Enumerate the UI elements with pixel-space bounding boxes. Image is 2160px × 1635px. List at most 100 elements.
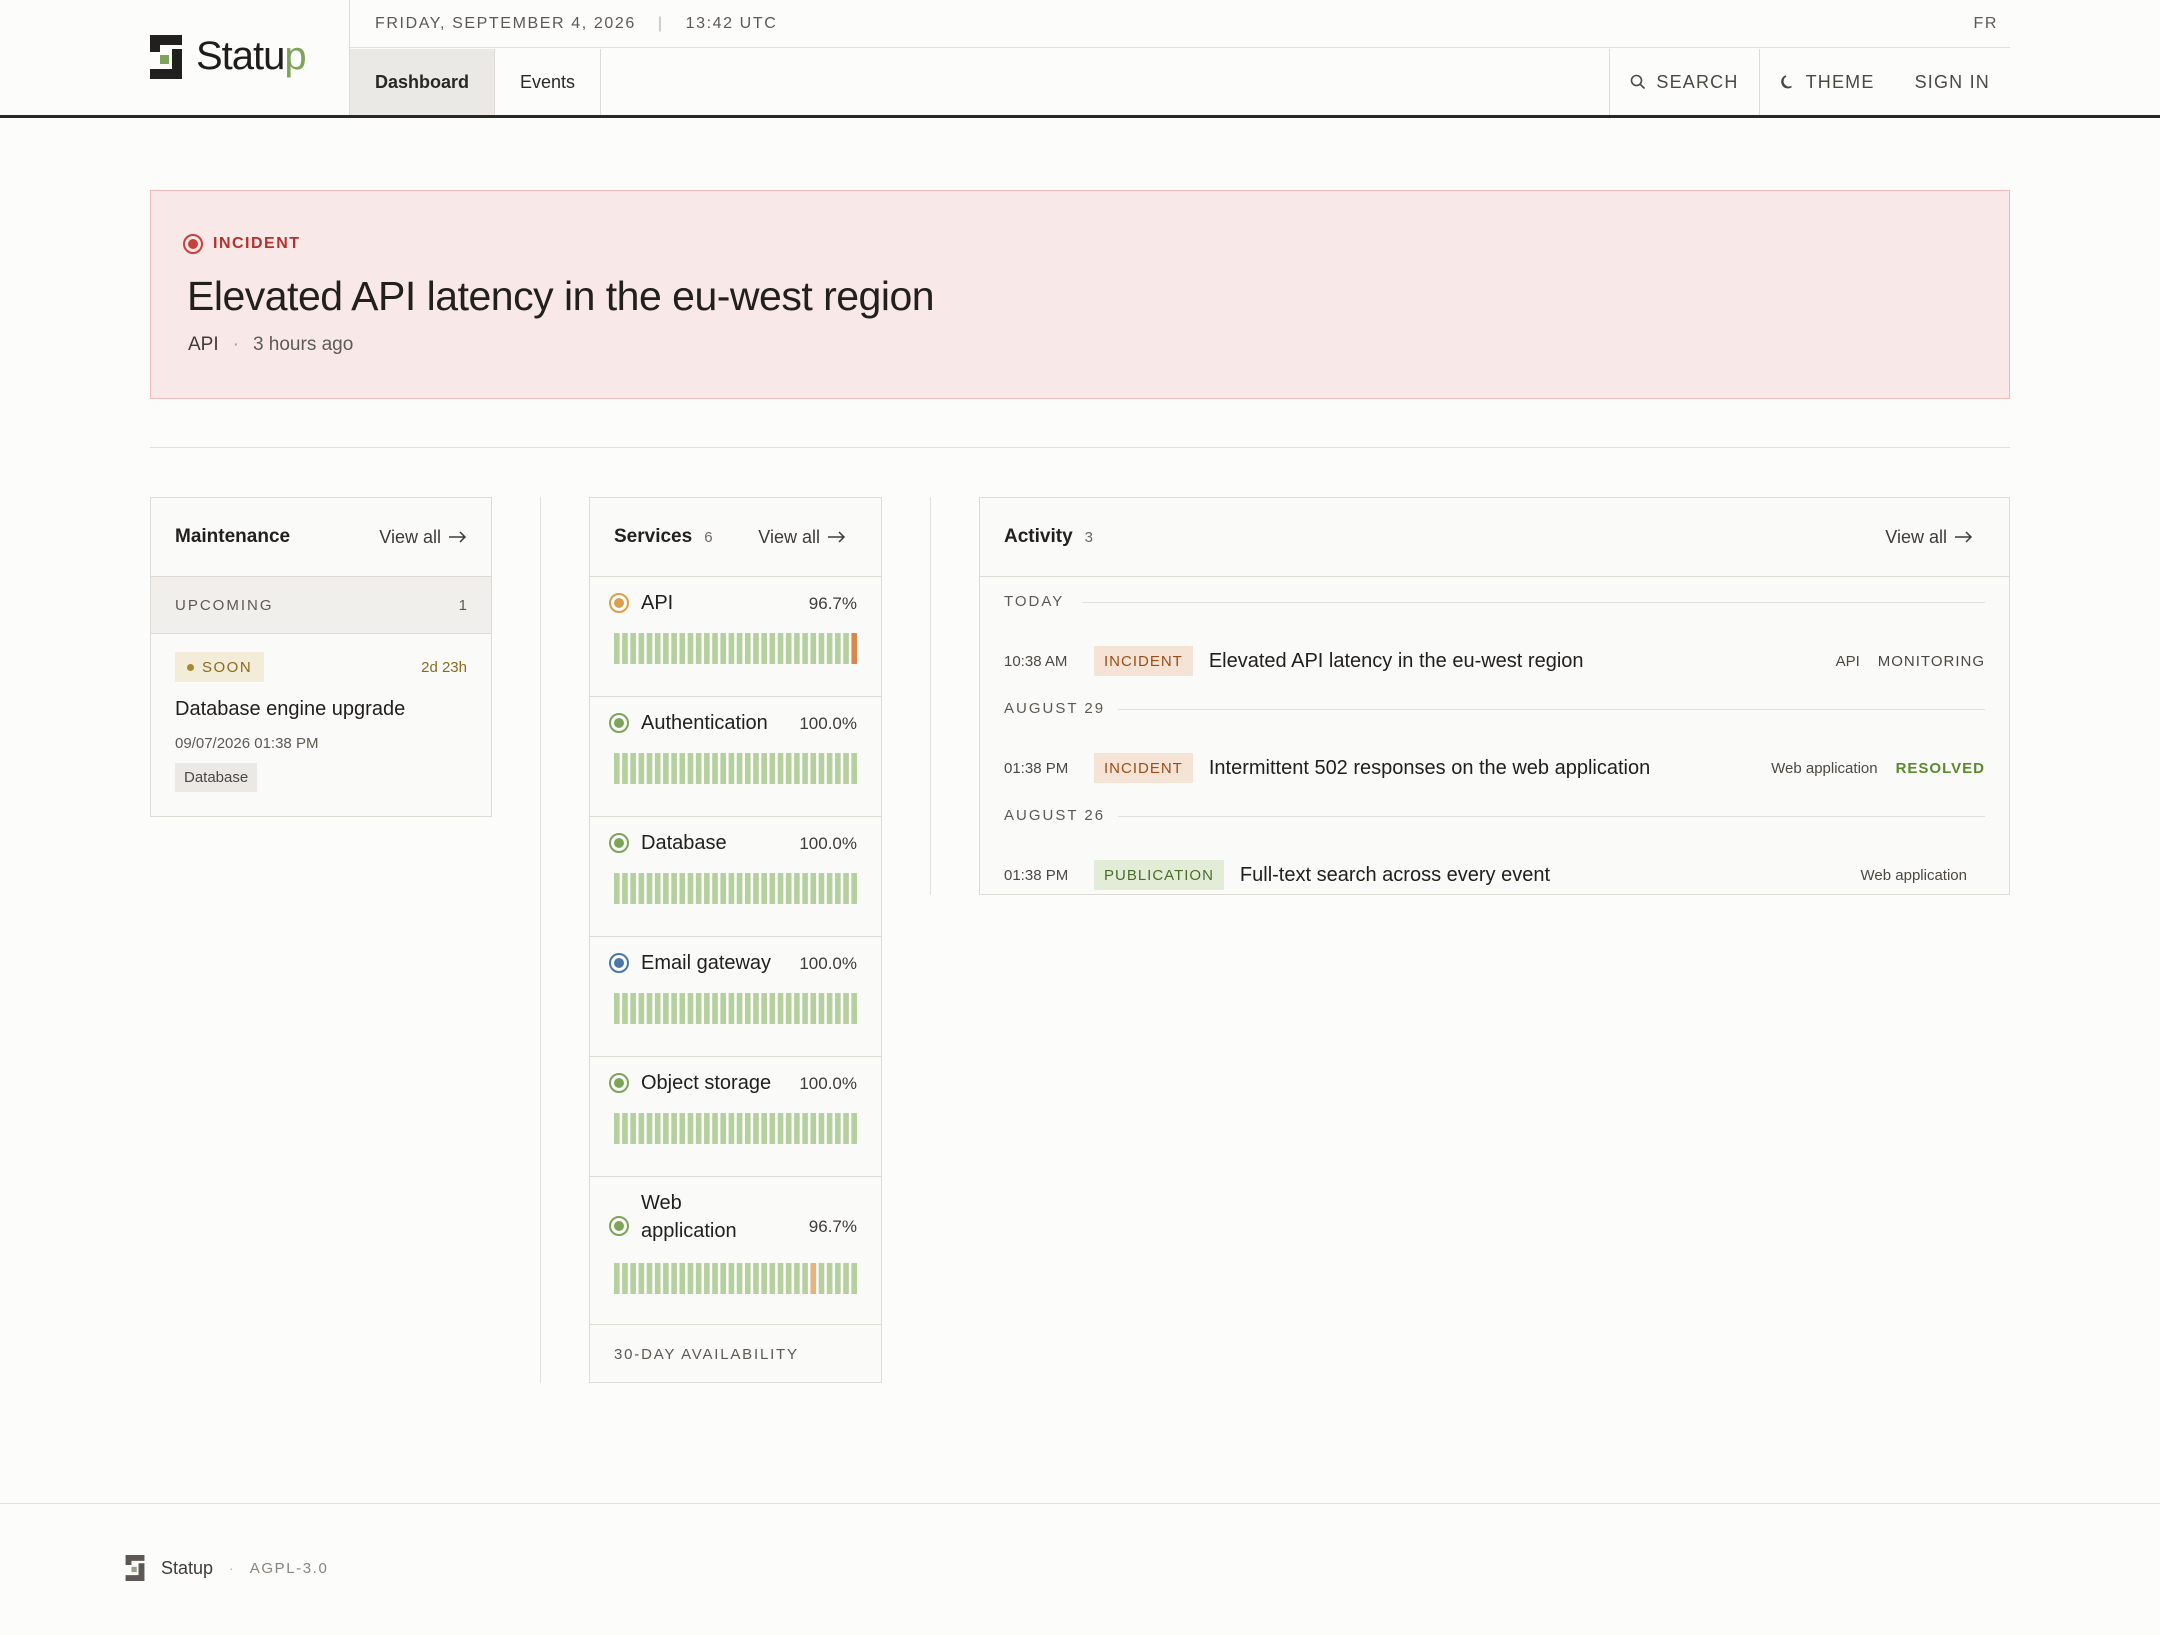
availability-day-bar[interactable] (818, 993, 825, 1024)
availability-day-bar[interactable] (671, 1263, 677, 1294)
availability-day-bar[interactable] (687, 1113, 694, 1144)
availability-day-bar[interactable] (794, 633, 800, 664)
availability-day-bar[interactable] (712, 993, 718, 1024)
activity-entry[interactable]: 01:38 PM PUBLICATION Full-text search acro… (1004, 859, 1985, 891)
availability-day-bar[interactable] (679, 873, 686, 904)
availability-day-bar[interactable] (753, 633, 759, 664)
activity-view-all[interactable]: View all (1885, 527, 1973, 548)
footer-license[interactable]: AGPL-3.0 (250, 1560, 329, 1577)
availability-day-bar[interactable] (704, 1263, 710, 1294)
availability-day-bar[interactable] (671, 1113, 677, 1144)
availability-day-bar[interactable] (704, 1113, 710, 1144)
availability-day-bar[interactable] (736, 633, 743, 664)
availability-day-bar[interactable] (720, 1113, 727, 1144)
availability-day-bar[interactable] (736, 1263, 743, 1294)
availability-day-bar[interactable] (835, 1263, 841, 1294)
availability-day-bar[interactable] (802, 633, 808, 664)
availability-day-bar[interactable] (843, 1263, 849, 1294)
availability-day-bar[interactable] (630, 1263, 636, 1294)
availability-day-bar[interactable] (654, 993, 661, 1024)
availability-day-bar[interactable] (671, 753, 677, 784)
availability-day-bar[interactable] (777, 753, 784, 784)
availability-day-bar[interactable] (695, 753, 702, 784)
availability-day-bar[interactable] (663, 753, 669, 784)
availability-day-bar[interactable] (663, 1113, 669, 1144)
availability-day-bar[interactable] (761, 1113, 767, 1144)
availability-day-bar[interactable] (654, 753, 661, 784)
availability-day-bar[interactable] (704, 873, 710, 904)
footer-brand[interactable]: Statup (161, 1558, 213, 1579)
incident-title[interactable]: Elevated API latency in the eu-west regi… (187, 273, 935, 320)
maintenance-view-all[interactable]: View all (379, 527, 467, 548)
availability-day-bar[interactable] (614, 1113, 620, 1144)
availability-day-bar[interactable] (826, 1263, 833, 1294)
activity-entry[interactable]: 10:38 AM INCIDENT Elevated API latency in … (1004, 645, 1985, 677)
availability-day-bar[interactable] (744, 633, 751, 664)
availability-day-bar[interactable] (818, 873, 825, 904)
availability-day-bar[interactable] (728, 873, 735, 904)
availability-day-bar[interactable] (851, 753, 857, 784)
availability-day-bar[interactable] (687, 633, 694, 664)
availability-day-bar[interactable] (744, 993, 751, 1024)
availability-day-bar[interactable] (843, 873, 849, 904)
availability-day-bar[interactable] (679, 1113, 686, 1144)
availability-day-bar[interactable] (622, 993, 628, 1024)
availability-day-bar[interactable] (654, 633, 661, 664)
availability-day-bar[interactable] (646, 1113, 653, 1144)
availability-day-bar[interactable] (712, 753, 718, 784)
availability-day-bar[interactable] (802, 753, 808, 784)
availability-day-bar[interactable] (622, 1263, 628, 1294)
availability-day-bar[interactable] (695, 1263, 702, 1294)
availability-day-bar[interactable] (753, 1113, 759, 1144)
availability-day-bar[interactable] (630, 633, 636, 664)
availability-day-bar[interactable] (736, 1113, 743, 1144)
availability-day-bar[interactable] (695, 633, 702, 664)
activity-entry[interactable]: 01:38 PM INCIDENT Intermittent 502 respons… (1004, 752, 1985, 784)
availability-day-bar[interactable] (818, 633, 825, 664)
availability-day-bar[interactable] (654, 1263, 661, 1294)
availability-day-bar[interactable] (704, 753, 710, 784)
service-row[interactable]: Email gateway 100.0% (590, 937, 881, 1057)
availability-day-bar[interactable] (777, 993, 784, 1024)
availability-day-bar[interactable] (736, 873, 743, 904)
availability-day-bar[interactable] (826, 633, 833, 664)
availability-day-bar[interactable] (720, 633, 727, 664)
availability-day-bar[interactable] (720, 753, 727, 784)
service-row[interactable]: Web application 96.7% (590, 1177, 881, 1325)
tab-events[interactable]: Events (495, 49, 602, 115)
availability-day-bar[interactable] (794, 1113, 800, 1144)
availability-day-bar[interactable] (728, 1263, 735, 1294)
availability-day-bar[interactable] (614, 1263, 620, 1294)
availability-day-bar[interactable] (728, 633, 735, 664)
availability-day-bar[interactable] (851, 1113, 857, 1144)
availability-day-bar[interactable] (769, 633, 776, 664)
search-button[interactable]: SEARCH (1609, 49, 1758, 115)
entry-title[interactable]: Elevated API latency in the eu-west regi… (1209, 650, 1584, 673)
availability-day-bar[interactable] (835, 633, 841, 664)
service-row[interactable]: Database 100.0% (590, 817, 881, 937)
availability-day-bar[interactable] (654, 873, 661, 904)
service-row[interactable]: API 96.7% (590, 577, 881, 697)
availability-day-bar[interactable] (802, 1263, 808, 1294)
availability-day-bar[interactable] (810, 1113, 817, 1144)
availability-day-bar[interactable] (843, 633, 849, 664)
availability-day-bar[interactable] (777, 873, 784, 904)
availability-day-bar[interactable] (728, 993, 735, 1024)
availability-day-bar[interactable] (630, 753, 636, 784)
availability-day-bar[interactable] (638, 1263, 645, 1294)
availability-day-bar[interactable] (712, 1113, 718, 1144)
availability-day-bar[interactable] (622, 1113, 628, 1144)
availability-day-bar[interactable] (712, 1263, 718, 1294)
incident-banner[interactable]: INCIDENT Elevated API latency in the eu-… (150, 190, 2010, 399)
availability-day-bar[interactable] (646, 1263, 653, 1294)
availability-day-bar[interactable] (646, 873, 653, 904)
availability-day-bar[interactable] (712, 633, 718, 664)
sign-in-button[interactable]: SIGN IN (1895, 49, 2010, 115)
availability-day-bar[interactable] (720, 993, 727, 1024)
availability-day-bar[interactable] (753, 873, 759, 904)
availability-day-bar[interactable] (769, 1263, 776, 1294)
service-row[interactable]: Authentication 100.0% (590, 697, 881, 817)
availability-day-bar[interactable] (826, 1113, 833, 1144)
availability-day-bar[interactable] (712, 873, 718, 904)
availability-day-bar[interactable] (679, 993, 686, 1024)
